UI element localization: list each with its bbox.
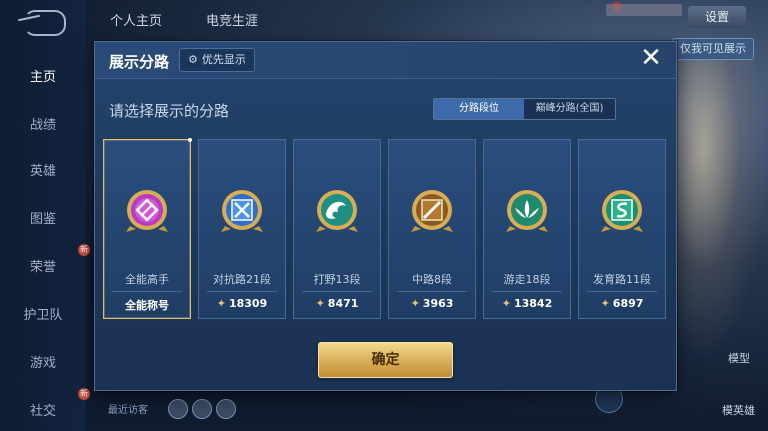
lane-mode-toggle: 分路段位 巅峰分路(全国) [433,98,616,120]
sidebar-item-heroes[interactable]: 英雄 [0,160,86,179]
lane-name: 游走18段 [503,273,551,286]
peak-points-icon: ✦ [600,297,610,310]
lane-card-roam[interactable]: 游走18段 ✦ 13842 [483,139,571,319]
model-label[interactable]: 模型 [728,350,750,366]
sidebar-item-games[interactable]: 游戏 [0,352,86,371]
gear-icon: ⚙ [188,53,198,66]
lane-card-farm[interactable]: 发育路11段 ✦ 6897 [578,139,666,319]
dialog-title: 展示分路 [109,53,170,71]
settings-button[interactable]: 设置 [688,6,746,28]
all-round-emblem-icon [126,190,168,232]
lane-name: 中路8段 [412,273,452,286]
top-right-bar [606,4,682,16]
sidebar-item-honor[interactable]: 荣誉 [0,256,86,275]
sidebar-item-home[interactable]: 主页 [0,66,86,85]
lane-score: ✦ 8471 [294,297,380,310]
recent-visitors: 最近访客 [100,397,400,419]
divider [207,291,277,292]
divider [397,291,467,292]
lane-name: 打野13段 [313,273,361,286]
clash-lane-emblem-icon [221,190,263,232]
back-icon[interactable] [24,10,66,36]
lane-name: 发育路11段 [593,273,651,286]
sidebar-item-codex[interactable]: 图鉴 [0,208,86,227]
lane-score-value: 18309 [228,297,268,310]
lane-card-all-round[interactable]: 全能高手 全能称号 [103,138,192,319]
hero-skin-label[interactable]: 模英雄 [722,402,755,418]
peak-points-icon: ✦ [501,297,511,310]
tab-peak-lane[interactable]: 巅峰分路(全国) [524,99,615,119]
close-icon[interactable]: ✕ [638,45,664,72]
lane-score-value: 全能称号 [125,299,169,312]
new-badge: 新 [78,244,90,256]
priority-display-label: 优先显示 [201,53,246,66]
avatar[interactable] [192,399,212,419]
tab-profile[interactable]: 个人主页 [110,10,162,29]
roam-emblem-icon [506,190,548,232]
lane-card-clash[interactable]: 对抗路21段 ✦ 18309 [198,139,286,319]
sidebar-item-records[interactable]: 战绩 [0,114,86,133]
lane-card-mid[interactable]: 中路8段 ✦ 3963 [388,139,476,319]
lane-name: 对抗路21段 [213,273,271,286]
confirm-button[interactable]: 确定 [318,342,453,378]
peak-points-icon: ✦ [315,297,325,310]
lane-card-jungle[interactable]: 打野13段 ✦ 8471 [293,139,381,319]
lane-score-value: 6897 [612,297,644,310]
divider [492,291,562,292]
lane-score: 全能称号 [104,297,190,313]
sidebar-item-guard[interactable]: 护卫队 [0,304,86,323]
peak-points-icon: ✦ [216,297,226,310]
divider [587,291,657,292]
avatar[interactable] [168,399,188,419]
lane-score: ✦ 13842 [484,297,570,310]
lane-score-value: 8471 [327,297,359,310]
lane-display-dialog: 展示分路 ⚙ 优先显示 ✕ 请选择展示的分路 分路段位 巅峰分路(全国) 全能高手… [94,41,677,391]
visibility-button[interactable]: 仅我可见展示 [672,38,754,60]
avatar[interactable] [216,399,236,419]
lane-score-value: 3963 [422,297,454,310]
peak-points-icon: ✦ [410,297,420,310]
mid-lane-emblem-icon [411,190,453,232]
dialog-header: 展示分路 ⚙ 优先显示 ✕ [95,42,676,79]
dialog-subtitle: 请选择展示的分路 [109,102,230,120]
lane-score-value: 13842 [513,297,553,310]
lane-name: 全能高手 [125,273,169,286]
divider [112,291,182,292]
tab-lane-rank[interactable]: 分路段位 [434,99,524,119]
lane-score: ✦ 6897 [579,297,665,310]
sidebar-item-social[interactable]: 社交 [0,400,86,419]
divider [302,291,372,292]
lane-score: ✦ 3963 [389,297,475,310]
lane-cards: 全能高手 全能称号 对抗路21段 ✦ 18309 打野13段 ✦ 8471 中路… [103,138,668,319]
recent-visitors-label: 最近访客 [108,405,148,416]
selected-marker [188,138,192,142]
jungle-emblem-icon [316,190,358,232]
new-badge: 新 [78,388,90,400]
farm-lane-emblem-icon [601,190,643,232]
tab-esports[interactable]: 电竞生涯 [206,10,258,29]
lane-score: ✦ 18309 [199,297,285,310]
priority-display-button[interactable]: ⚙ 优先显示 [179,48,255,72]
